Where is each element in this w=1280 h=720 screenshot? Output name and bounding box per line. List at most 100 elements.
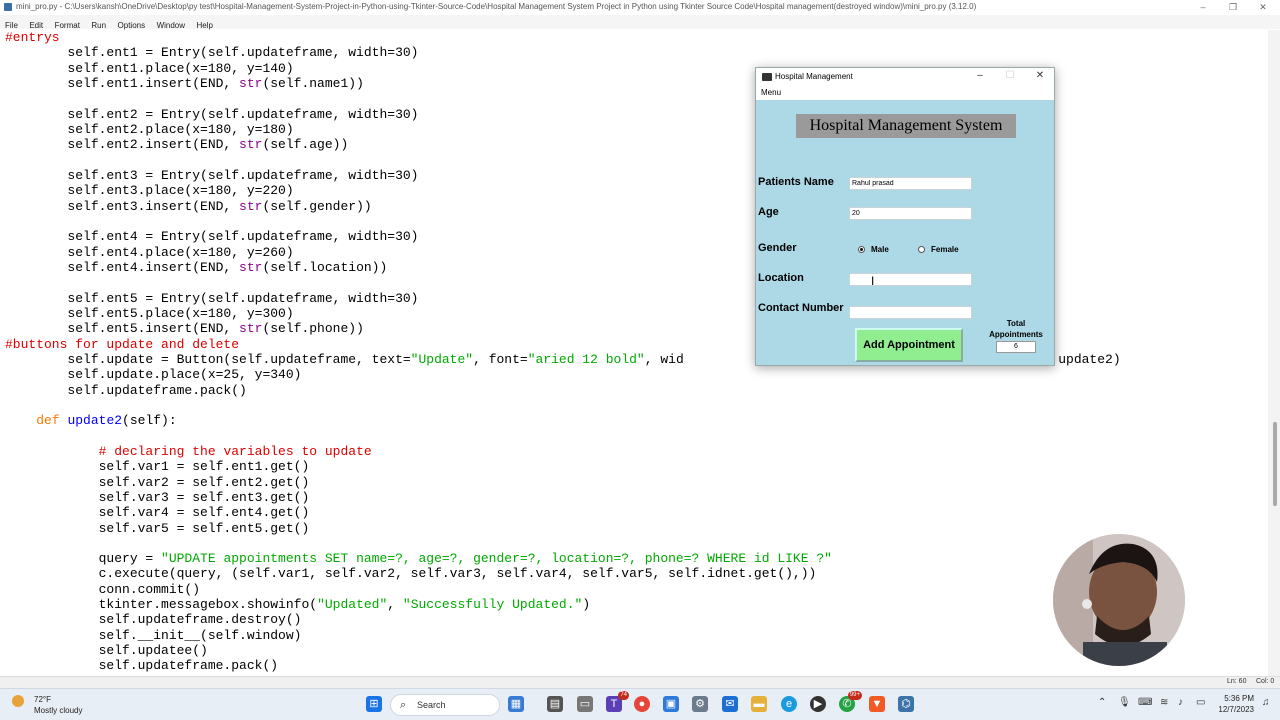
code-token: "UPDATE appointments SET name=?, age=?, …: [161, 551, 832, 567]
volume-icon[interactable]: ♪: [1178, 697, 1183, 708]
code-line: self.var1 = self.ent1.get(): [5, 459, 1267, 474]
task-view-icon[interactable]: ▭: [577, 696, 593, 712]
close-icon[interactable]: ✕: [1248, 0, 1278, 14]
notification-badge: 74: [618, 691, 629, 700]
explorer-icon[interactable]: ▬: [751, 696, 767, 712]
maximize-icon[interactable]: ❐: [1218, 0, 1248, 14]
code-token: self.ent4.insert(END,: [5, 259, 240, 275]
code-line: self.ent3.insert(END, str(self.gender)): [5, 199, 1267, 214]
code-token: self.ent2.insert(END,: [5, 137, 240, 153]
code-token: self.updateframe.pack(): [5, 658, 279, 674]
code-line: self.ent5 = Entry(self.updateframe, widt…: [5, 291, 1267, 306]
code-token: self.updateframe.destroy(): [5, 612, 302, 628]
scrollbar-thumb[interactable]: [1273, 422, 1277, 506]
patients-name-label: Patients Name: [758, 176, 834, 188]
code-token: self.update.place(x=25, y=340): [5, 367, 302, 383]
window-app-icon: [762, 73, 772, 81]
code-token: self.var1 = self.ent1.get(): [5, 459, 310, 475]
taskbar-clock[interactable]: 5:36 PM 12/7/2023: [1212, 693, 1254, 715]
edge-icon[interactable]: e: [781, 696, 797, 712]
code-line: self.ent1.place(x=180, y=140): [5, 61, 1267, 76]
code-token: self.updatee(): [5, 643, 208, 659]
gender-label: Gender: [758, 242, 797, 254]
code-token: str: [239, 137, 263, 153]
code-token: "Successfully Updated.": [402, 597, 583, 613]
python-icon[interactable]: ⌬: [898, 696, 914, 712]
code-token: def: [36, 413, 60, 429]
code-token: #buttons for update and delete: [5, 336, 240, 352]
whatsapp-icon[interactable]: ✆ 99+: [839, 691, 862, 712]
taskbar-search[interactable]: ⌕ Search: [390, 694, 500, 716]
files-icon[interactable]: ▤: [547, 696, 563, 712]
widgets-icon[interactable]: ▦: [508, 696, 524, 712]
chrome-icon[interactable]: ●: [634, 696, 650, 712]
code-token: (self.age)): [262, 137, 349, 153]
code-line: self.var4 = self.ent4.get(): [5, 505, 1267, 520]
code-line: self.ent4.insert(END, str(self.location)…: [5, 260, 1267, 275]
chevron-up-icon[interactable]: ⌃: [1098, 697, 1106, 708]
code-token: self.var5 = self.ent5.get(): [5, 520, 310, 536]
code-token: ,: [387, 597, 403, 613]
code-line: self.update.place(x=25, y=340): [5, 367, 1267, 382]
battery-icon[interactable]: ▭: [1196, 697, 1205, 708]
code-line: self.update = Button(self.updateframe, t…: [5, 352, 1267, 367]
mail-icon[interactable]: ✉: [722, 696, 738, 712]
code-token: self.var3 = self.ent3.get(): [5, 489, 310, 505]
start-icon[interactable]: ⊞: [366, 696, 382, 712]
gender-female-label: Female: [931, 245, 959, 254]
code-token: self.var4 = self.ent4.get(): [5, 505, 310, 521]
code-token: str: [239, 259, 263, 275]
wifi-icon[interactable]: ≋: [1160, 697, 1168, 708]
editor-menubar: File Edit Format Run Options Window Help: [0, 15, 1280, 30]
store-icon[interactable]: ▣: [663, 696, 679, 712]
settings-icon[interactable]: ⚙: [692, 696, 708, 712]
add-appointment-button[interactable]: Add Appointment: [855, 328, 963, 362]
minimize-icon[interactable]: –: [970, 70, 990, 81]
contact-number-input[interactable]: [849, 306, 972, 319]
code-token: (self.location)): [262, 259, 388, 275]
minimize-icon[interactable]: –: [1188, 0, 1218, 14]
code-token: ): [582, 597, 591, 613]
notification-badge: 99+: [847, 691, 862, 700]
teams-icon[interactable]: T 74: [606, 691, 629, 712]
code-token: str: [239, 198, 263, 214]
code-line: self.ent1.insert(END, str(self.name1)): [5, 76, 1267, 91]
webcam-overlay: [1053, 534, 1185, 666]
code-line: def update2(self):: [5, 413, 1267, 428]
hospital-window-titlebar[interactable]: Hospital Management – ☐ ✕: [756, 68, 1054, 86]
keyboard-icon[interactable]: ⌨: [1138, 697, 1152, 708]
media-icon[interactable]: ▶: [810, 696, 826, 712]
code-token: (self.name1)): [262, 75, 364, 91]
code-token: (self):: [122, 413, 177, 429]
location-input[interactable]: [849, 273, 972, 286]
close-icon[interactable]: ✕: [1030, 70, 1050, 81]
menu-menu[interactable]: Menu: [761, 88, 781, 97]
gender-male-radio[interactable]: Male: [858, 245, 889, 254]
microphone-icon[interactable]: 🎙: [1118, 697, 1131, 708]
brave-icon[interactable]: ▼: [869, 696, 885, 712]
notification-bell-icon[interactable]: ♫: [1262, 697, 1270, 708]
code-line: self.ent2 = Entry(self.updateframe, widt…: [5, 107, 1267, 122]
code-token: update2: [67, 413, 123, 429]
editor-titlebar[interactable]: mini_pro.py - C:\Users\kansh\OneDrive\De…: [0, 0, 1280, 14]
code-token: self.ent5.place(x=180, y=300): [5, 305, 294, 321]
gender-female-radio[interactable]: Female: [918, 245, 959, 254]
search-icon: ⌕: [400, 699, 407, 711]
code-line: self.ent5.insert(END, str(self.phone)): [5, 321, 1267, 336]
patients-name-input[interactable]: [849, 177, 972, 190]
hospital-window-title: Hospital Management: [775, 72, 853, 81]
weather-widget[interactable]: 72°F Mostly cloudy: [8, 693, 98, 717]
code-token: self.updateframe.pack(): [5, 382, 247, 398]
editor-scrollbar[interactable]: [1268, 30, 1280, 676]
age-input[interactable]: [849, 207, 972, 220]
code-token: query =: [5, 551, 162, 567]
editor-statusbar: Ln: 60 Col: 0: [0, 676, 1280, 688]
clock-time: 5:36 PM: [1224, 694, 1254, 703]
code-token: "Update": [410, 351, 474, 367]
code-line: # declaring the variables to update: [5, 444, 1267, 459]
editor-title: mini_pro.py - C:\Users\kansh\OneDrive\De…: [16, 2, 977, 11]
